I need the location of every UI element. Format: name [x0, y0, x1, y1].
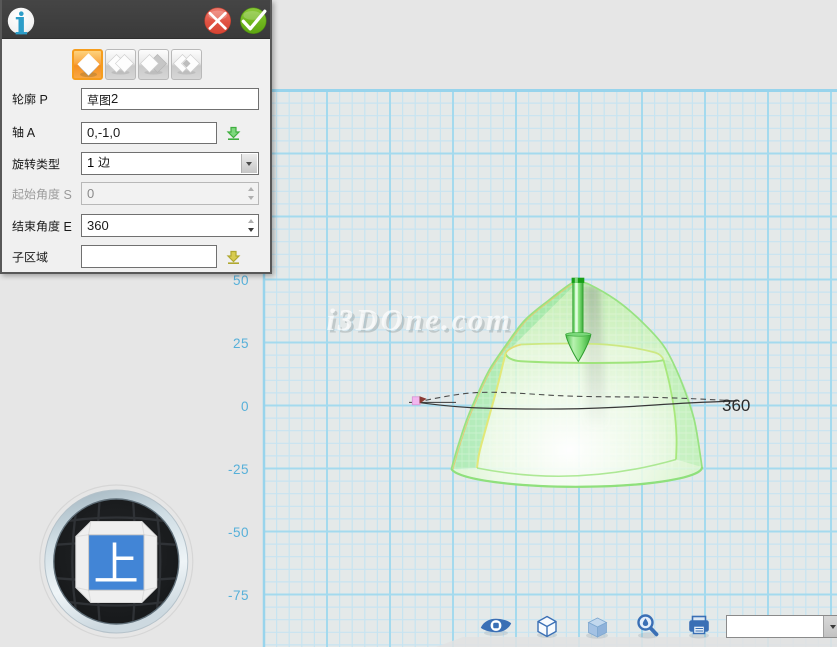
svg-text:i3DOne.com: i3DOne.com — [327, 302, 513, 337]
svg-text:360: 360 — [722, 396, 750, 415]
